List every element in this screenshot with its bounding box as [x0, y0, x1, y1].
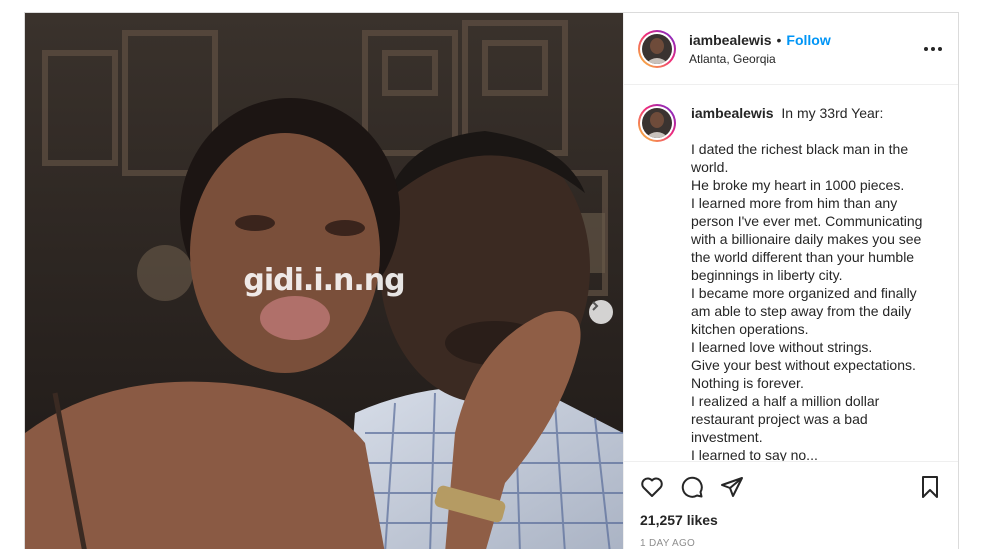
post-actions: 21,257 likes 1 DAY AGO: [624, 461, 958, 549]
caption-username[interactable]: iambealewis: [691, 105, 774, 121]
caption-line: I learned love without strings.: [691, 339, 873, 355]
caption-line: I learned more from him than any: [691, 195, 898, 211]
post-header: iambealewis • Follow Atlanta, Georqia: [624, 13, 958, 85]
username-link[interactable]: iambealewis: [689, 32, 772, 48]
watermark-text: gidi.i.n.ng: [243, 263, 405, 298]
likes-count[interactable]: 21,257 likes: [640, 512, 942, 528]
caption-line: world.: [691, 159, 729, 175]
heart-icon[interactable]: [640, 475, 664, 499]
follow-button[interactable]: Follow: [786, 32, 830, 48]
caption-line: restaurant project was a bad: [691, 411, 868, 427]
location-link[interactable]: Atlanta, Georqia: [689, 52, 924, 66]
caption-avatar[interactable]: [638, 104, 676, 142]
caption-line: am able to step away from the daily: [691, 303, 912, 319]
more-icon[interactable]: [924, 46, 942, 51]
caption-line: Give your best without expectations.: [691, 357, 916, 373]
caption-section: iambealewis In my 33rd Year: I dated the…: [624, 86, 958, 461]
post-side-panel: iambealewis • Follow Atlanta, Georqia ia…: [623, 13, 958, 549]
caption-line: I became more organized and finally: [691, 285, 917, 301]
avatar[interactable]: [638, 29, 676, 68]
caption-line: with a billionaire daily makes you see: [691, 231, 922, 247]
caption-line: beginnings in liberty city.: [691, 267, 843, 283]
post-timestamp[interactable]: 1 DAY AGO: [640, 538, 942, 549]
share-icon[interactable]: [720, 475, 744, 499]
caption-first-line: In my 33rd Year:: [781, 105, 884, 121]
caption-line: He broke my heart in 1000 pieces.: [691, 177, 905, 193]
caption-text: iambealewis In my 33rd Year: I dated the…: [691, 104, 926, 461]
instagram-post: gidi.i.n.ng iambealewis • Follow Atlanta…: [24, 12, 959, 549]
chevron-right-icon: [592, 301, 599, 311]
caption-line: I dated the richest black man in the: [691, 141, 909, 157]
comment-icon[interactable]: [680, 475, 704, 499]
caption-line: I learned to say no...: [691, 447, 818, 461]
caption-line: investment.: [691, 429, 763, 445]
caption-line: the world different than your humble: [691, 249, 915, 265]
separator-dot: •: [776, 31, 782, 48]
caption-line: kitchen operations.: [691, 321, 809, 337]
caption-line: I realized a half a million dollar: [691, 393, 880, 409]
caption-line: Nothing is forever.: [691, 375, 804, 391]
bookmark-icon[interactable]: [918, 475, 942, 499]
post-photo[interactable]: gidi.i.n.ng: [25, 13, 623, 549]
next-photo-button[interactable]: [589, 300, 613, 324]
caption-line: person I've ever met. Communicating: [691, 213, 923, 229]
